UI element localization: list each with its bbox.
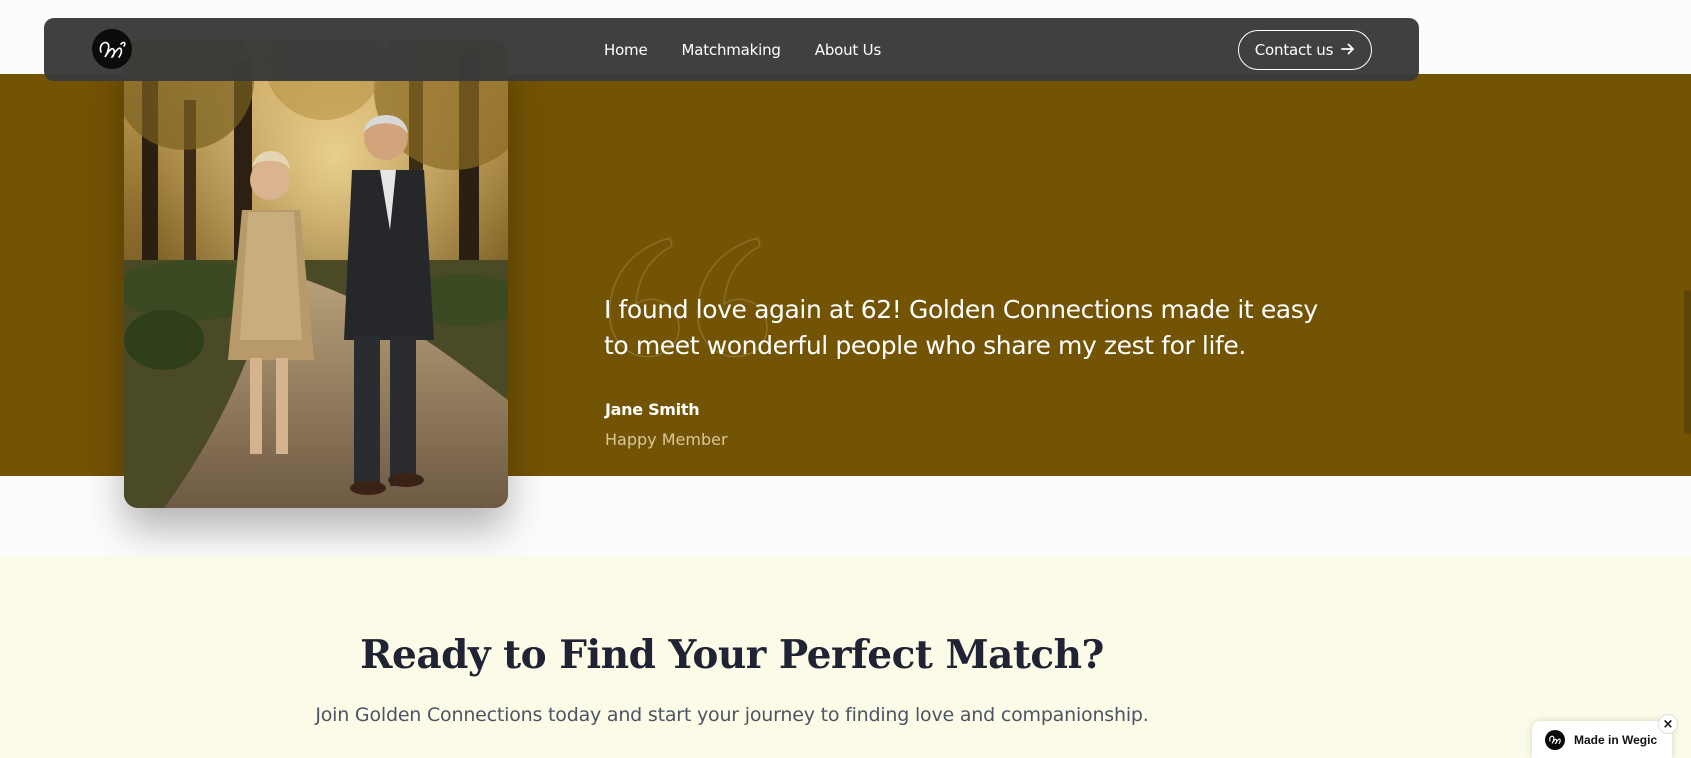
arrow-right-icon [1341, 41, 1355, 59]
navbar: Home Matchmaking About Us Contact us [44, 18, 1419, 81]
scrollbar-thumb[interactable] [1684, 290, 1691, 434]
made-in-wegic-label: Made in Wegic [1574, 732, 1658, 747]
badge-close-icon[interactable]: × [1658, 714, 1678, 734]
nav-link-matchmaking[interactable]: Matchmaking [682, 41, 781, 59]
testimonial-quote: I found love again at 62! Golden Connect… [604, 295, 1318, 360]
made-in-wegic-badge[interactable]: Made in Wegic [1532, 721, 1672, 758]
contact-us-button[interactable]: Contact us [1238, 30, 1372, 70]
contact-us-label: Contact us [1254, 41, 1334, 59]
wegic-logo-icon[interactable] [92, 29, 132, 69]
cta-subtitle: Join Golden Connections today and start … [315, 704, 1149, 726]
nav-links: Home Matchmaking About Us [604, 18, 881, 81]
page: I found love again at 62! Golden Connect… [0, 0, 1691, 758]
cta-title: Ready to Find Your Perfect Match? [360, 632, 1104, 678]
nav-link-home[interactable]: Home [604, 41, 648, 59]
cta-section: Ready to Find Your Perfect Match? Join G… [0, 556, 1691, 758]
nav-link-about-us[interactable]: About Us [815, 41, 882, 59]
testimonial-author-name: Jane Smith [605, 400, 700, 419]
testimonial-author-role: Happy Member [605, 430, 728, 449]
couple-walking-photo [124, 40, 508, 508]
wegic-badge-logo-icon [1545, 729, 1565, 750]
